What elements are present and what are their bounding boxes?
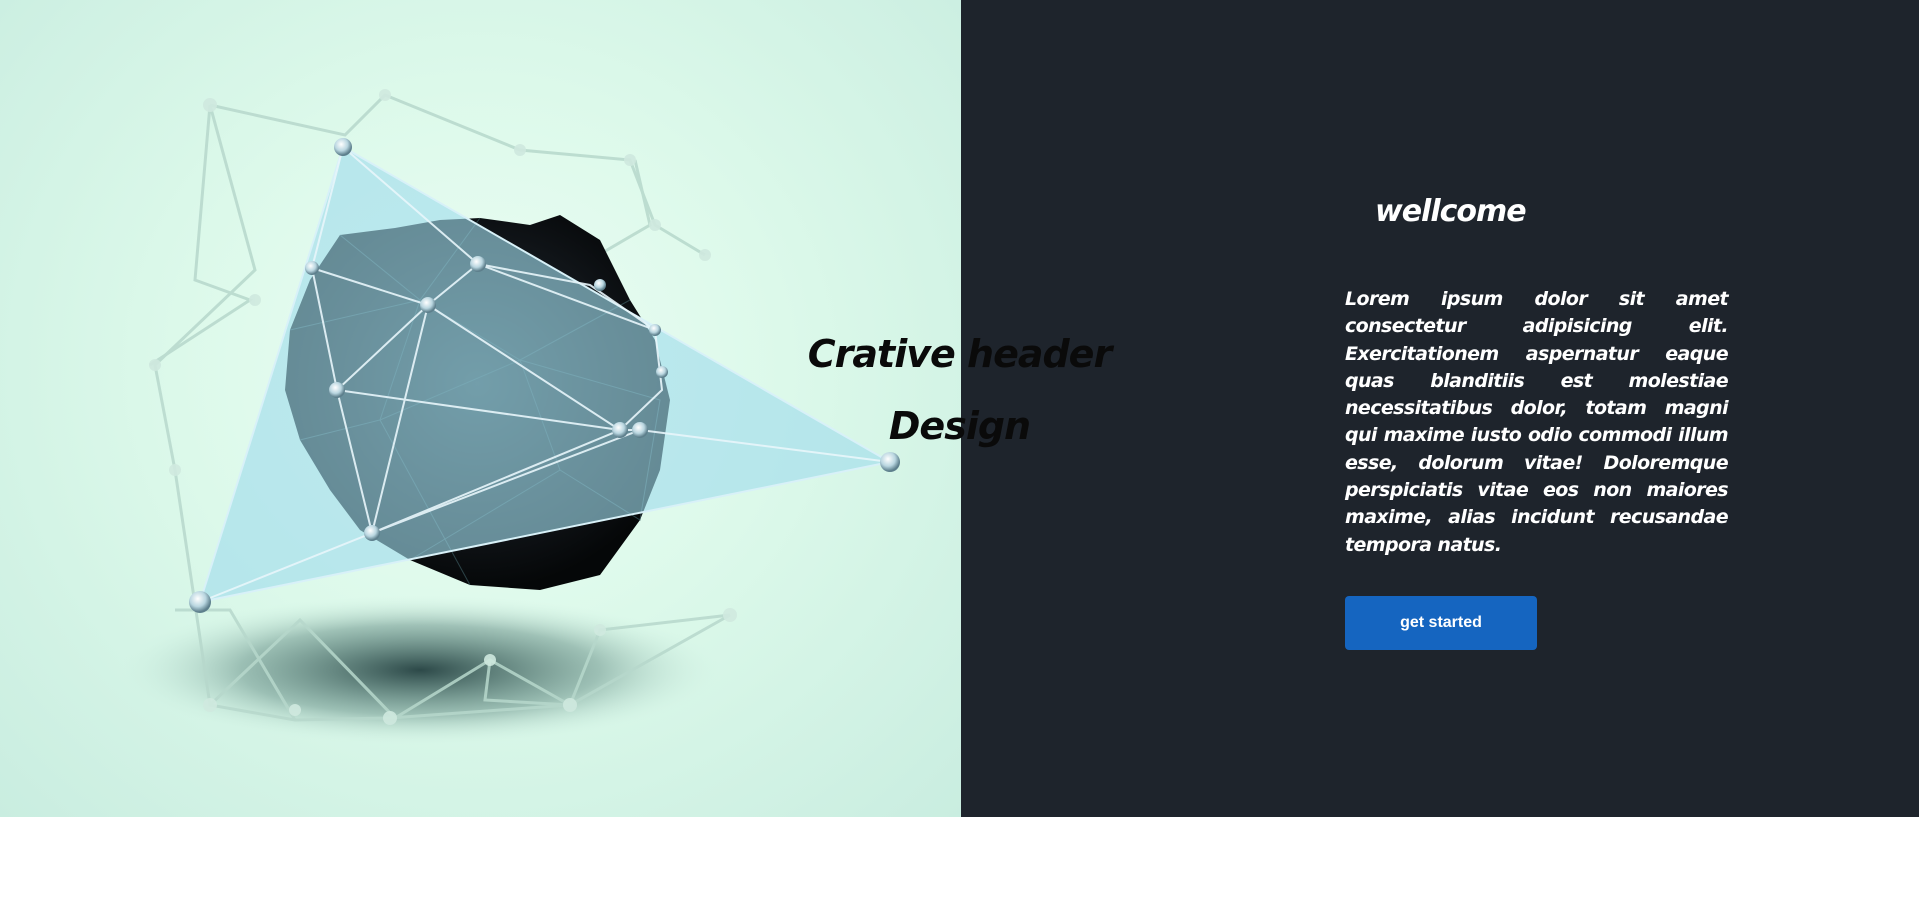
intro-paragraph: Lorem ipsum dolor sit amet consectetur a… bbox=[1345, 288, 1729, 556]
welcome-heading: wellcome bbox=[1375, 194, 1527, 229]
get-started-button[interactable]: get started bbox=[1345, 596, 1537, 650]
hero-section: Crative header Design wellcome Lorem ips… bbox=[0, 0, 1919, 817]
polygon-network-illustration bbox=[120, 89, 900, 745]
hero-image-panel bbox=[0, 0, 961, 817]
